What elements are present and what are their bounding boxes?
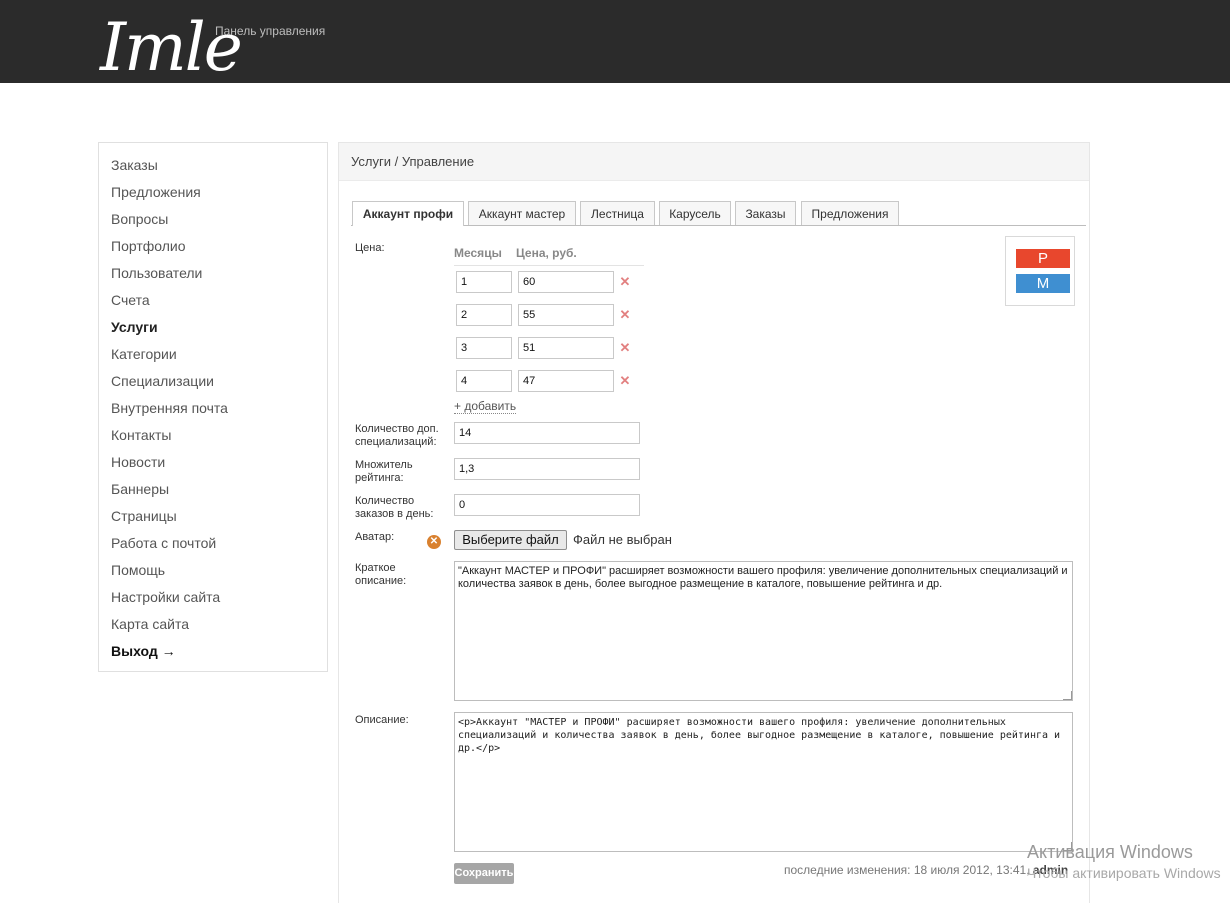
tab-account-master[interactable]: Аккаунт мастер xyxy=(468,201,576,225)
sidebar-item-portfolio[interactable]: Портфолио xyxy=(111,238,186,254)
price-input-1[interactable] xyxy=(518,271,614,293)
save-button[interactable]: Сохранить xyxy=(454,863,514,884)
service-badge: P M xyxy=(1005,236,1075,306)
windows-activation-subtitle: Чтобы активировать Windows xyxy=(1027,865,1221,881)
short-description-textarea[interactable]: "Аккаунт МАСТЕР и ПРОФИ" расширяет возмо… xyxy=(454,561,1073,701)
sidebar-item-contacts[interactable]: Контакты xyxy=(111,427,171,443)
sidebar-item-banners[interactable]: Баннеры xyxy=(111,481,169,497)
extra-spec-label: Количество доп. специализаций: xyxy=(355,423,439,448)
resize-grip-icon[interactable] xyxy=(1063,691,1072,700)
choose-file-button[interactable]: Выберите файл xyxy=(454,530,567,550)
sidebar-item-internal-mail[interactable]: Внутренняя почта xyxy=(111,400,228,416)
breadcrumb: Услуги / Управление xyxy=(351,154,475,169)
sidebar-item-proposals[interactable]: Предложения xyxy=(111,184,201,200)
delete-row-icon[interactable]: ✕ xyxy=(619,341,631,354)
price-input-3[interactable] xyxy=(518,337,614,359)
panel-title: Панель управления xyxy=(215,24,326,38)
price-header-divider xyxy=(454,265,644,266)
price-input-2[interactable] xyxy=(518,304,614,326)
months-input-3[interactable] xyxy=(456,337,512,359)
add-price-row-link[interactable]: + добавить xyxy=(454,399,517,414)
tab-carousel[interactable]: Карусель xyxy=(659,201,731,225)
remove-avatar-icon[interactable]: ✕ xyxy=(427,535,441,549)
delete-row-icon[interactable]: ✕ xyxy=(619,275,631,288)
months-input-1[interactable] xyxy=(456,271,512,293)
sidebar-item-news[interactable]: Новости xyxy=(111,454,165,470)
badge-m-ribbon: M xyxy=(1016,274,1070,293)
sidebar-item-invoices[interactable]: Счета xyxy=(111,292,150,308)
sidebar-item-pages[interactable]: Страницы xyxy=(111,508,177,524)
delete-row-icon[interactable]: ✕ xyxy=(619,374,631,387)
sidebar-item-users[interactable]: Пользователи xyxy=(111,265,202,281)
months-input-2[interactable] xyxy=(456,304,512,326)
short-desc-label: Краткое описание: xyxy=(355,562,407,587)
tab-proposals[interactable]: Предложения xyxy=(801,201,899,225)
sidebar-item-sitemap[interactable]: Карта сайта xyxy=(111,616,189,632)
tab-ladder[interactable]: Лестница xyxy=(580,201,655,225)
months-input-4[interactable] xyxy=(456,370,512,392)
orders-per-day-label: Количество заказов в день: xyxy=(355,495,434,520)
description-textarea[interactable]: <p>Аккаунт "МАСТЕР и ПРОФИ" расширяет во… xyxy=(454,712,1073,852)
sidebar-menu: Заказы Предложения Вопросы Портфолио Пол… xyxy=(98,142,328,672)
windows-activation-title: Активация Windows xyxy=(1027,842,1193,862)
sidebar-item-specializations[interactable]: Специализации xyxy=(111,373,214,389)
sidebar-item-site-settings[interactable]: Настройки сайта xyxy=(111,589,220,605)
file-status-text: Файл не выбран xyxy=(573,532,672,547)
extra-spec-input[interactable] xyxy=(454,422,640,444)
rating-multiplier-input[interactable] xyxy=(454,458,640,480)
main-panel: Услуги / Управление Аккаунт профи Аккаун… xyxy=(338,142,1090,903)
price-label: Цена: xyxy=(355,242,385,254)
description-label: Описание: xyxy=(355,714,409,726)
top-bar: Imle Панель управления xyxy=(0,0,1230,86)
delete-row-icon[interactable]: ✕ xyxy=(619,308,631,321)
avatar-label: Аватар: xyxy=(355,531,395,543)
price-input-4[interactable] xyxy=(518,370,614,392)
last-change-text: последние изменения: 18 июля 2012, 13:41… xyxy=(784,863,1030,877)
site-logo[interactable]: Imle xyxy=(100,8,243,88)
sidebar-item-orders[interactable]: Заказы xyxy=(111,157,158,173)
col-months-header: Месяцы xyxy=(454,246,502,260)
sidebar-item-services[interactable]: Услуги xyxy=(111,319,158,335)
col-price-header: Цена, руб. xyxy=(516,246,577,260)
sidebar-item-categories[interactable]: Категории xyxy=(111,346,177,362)
orders-per-day-input[interactable] xyxy=(454,494,640,516)
rating-label: Множитель рейтинга: xyxy=(355,459,413,484)
tab-orders[interactable]: Заказы xyxy=(735,201,796,225)
badge-p-ribbon: P xyxy=(1016,249,1070,268)
sidebar-item-questions[interactable]: Вопросы xyxy=(111,211,168,227)
sidebar-item-help[interactable]: Помощь xyxy=(111,562,165,578)
breadcrumb-bar: Услуги / Управление xyxy=(339,143,1089,181)
sidebar-item-logout[interactable]: Выход → xyxy=(111,643,176,659)
tab-account-pro[interactable]: Аккаунт профи xyxy=(352,201,464,226)
last-change-info: последние изменения: 18 июля 2012, 13:41… xyxy=(784,863,1068,877)
sidebar-item-mail-work[interactable]: Работа с почтой xyxy=(111,535,216,551)
